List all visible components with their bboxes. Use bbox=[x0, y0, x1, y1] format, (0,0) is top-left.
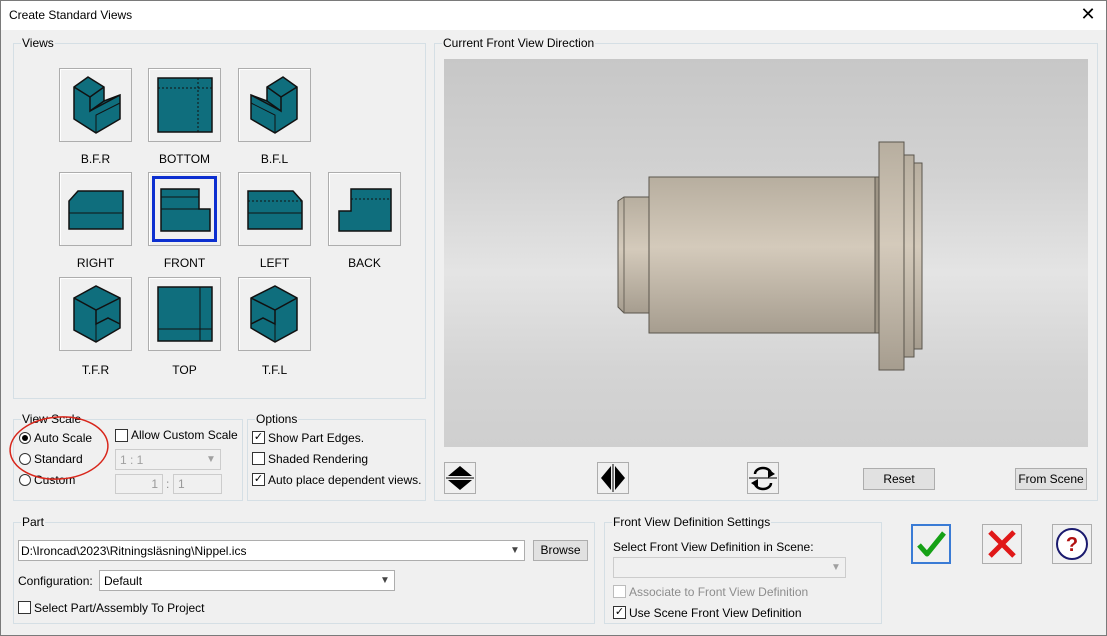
associate-label: Associate to Front View Definition bbox=[629, 585, 809, 599]
back-view-icon bbox=[338, 188, 392, 232]
auto-place-label: Auto place dependent views. bbox=[268, 473, 422, 487]
options-legend: Options bbox=[255, 412, 299, 426]
associate-checkbox[interactable] bbox=[613, 585, 626, 598]
tfl-view-icon bbox=[250, 285, 298, 343]
view-button-bfl[interactable] bbox=[238, 68, 311, 142]
view-label-right: RIGHT bbox=[76, 256, 115, 270]
bfl-view-icon bbox=[250, 76, 298, 134]
flip-horizontal-icon bbox=[601, 464, 625, 492]
view-button-tfr[interactable] bbox=[59, 277, 132, 351]
allow-custom-scale-label: Allow Custom Scale bbox=[131, 428, 238, 442]
title-bar: Create Standard Views ✕ bbox=[1, 1, 1106, 30]
rotate-icon bbox=[749, 466, 777, 491]
view-label-top: TOP bbox=[172, 363, 197, 377]
view-label-tfl: T.F.L bbox=[261, 363, 288, 377]
preview-viewport[interactable] bbox=[444, 59, 1088, 447]
allow-custom-scale-checkbox[interactable] bbox=[115, 429, 128, 442]
view-button-front[interactable] bbox=[148, 172, 221, 246]
view-button-bottom[interactable] bbox=[148, 68, 221, 142]
view-button-right[interactable] bbox=[59, 172, 132, 246]
part-legend: Part bbox=[21, 515, 46, 529]
svg-text:?: ? bbox=[1066, 534, 1078, 556]
view-button-left[interactable] bbox=[238, 172, 311, 246]
right-view-icon bbox=[68, 190, 124, 230]
flip-vertical-button[interactable] bbox=[444, 462, 476, 494]
show-part-edges-label: Show Part Edges. bbox=[268, 431, 365, 445]
view-label-back: BACK bbox=[348, 256, 381, 270]
left-view-icon bbox=[247, 190, 303, 230]
tfr-view-icon bbox=[73, 285, 121, 343]
front-def-select-label: Select Front View Definition in Scene: bbox=[613, 540, 814, 554]
front-def-legend: Front View Definition Settings bbox=[612, 515, 772, 529]
configuration-value: Default bbox=[104, 574, 143, 588]
select-part-label: Select Part/Assembly To Project bbox=[34, 601, 205, 615]
custom-scale-right-value: 1 bbox=[178, 477, 185, 491]
view-label-front: FRONT bbox=[163, 256, 206, 270]
chevron-down-icon: ▼ bbox=[206, 454, 216, 465]
part-path-select[interactable]: D:\Ironcad\2023\Ritningsläsning\Nippel.i… bbox=[18, 540, 525, 561]
reset-button[interactable]: Reset bbox=[863, 468, 935, 490]
preview-legend: Current Front View Direction bbox=[442, 36, 596, 50]
select-part-checkbox[interactable] bbox=[18, 601, 31, 614]
front-def-select[interactable]: ▼ bbox=[613, 557, 846, 578]
view-button-bfr[interactable] bbox=[59, 68, 132, 142]
chevron-down-icon: ▼ bbox=[510, 545, 520, 556]
view-button-back[interactable] bbox=[328, 172, 401, 246]
part-render bbox=[617, 141, 923, 371]
chevron-down-icon: ▼ bbox=[380, 575, 390, 586]
show-part-edges-checkbox[interactable]: ✓ bbox=[252, 431, 265, 444]
help-icon: ? bbox=[1056, 528, 1088, 560]
part-path-value: D:\Ironcad\2023\Ritningsläsning\Nippel.i… bbox=[21, 544, 247, 558]
view-label-bfl: B.F.L bbox=[260, 152, 289, 166]
auto-place-checkbox[interactable]: ✓ bbox=[252, 473, 265, 486]
help-button[interactable]: ? bbox=[1052, 524, 1092, 564]
chevron-down-icon: ▼ bbox=[831, 562, 841, 573]
dialog-window: Create Standard Views ✕ Views B.F.R BOTT… bbox=[0, 0, 1107, 636]
top-view-icon bbox=[157, 286, 213, 342]
checkmark-icon bbox=[917, 531, 946, 557]
views-legend: Views bbox=[21, 36, 55, 50]
view-button-top[interactable] bbox=[148, 277, 221, 351]
bottom-view-icon bbox=[157, 77, 213, 133]
custom-scale-right-input[interactable]: 1 bbox=[173, 474, 222, 494]
custom-scale-left-value: 1 bbox=[151, 477, 158, 491]
view-label-bfr: B.F.R bbox=[80, 152, 111, 166]
browse-button[interactable]: Browse bbox=[533, 540, 588, 561]
use-scene-label: Use Scene Front View Definition bbox=[629, 606, 802, 620]
standard-scale-select[interactable]: 1 : 1 ▼ bbox=[115, 449, 221, 470]
configuration-select[interactable]: Default ▼ bbox=[99, 570, 395, 591]
use-scene-checkbox[interactable]: ✓ bbox=[613, 606, 626, 619]
view-button-tfl[interactable] bbox=[238, 277, 311, 351]
custom-scale-separator: : bbox=[166, 477, 170, 491]
standard-scale-value: 1 : 1 bbox=[120, 453, 144, 467]
rotate-button[interactable] bbox=[747, 462, 779, 494]
custom-scale-left-input[interactable]: 1 bbox=[115, 474, 163, 494]
view-label-bottom: BOTTOM bbox=[158, 152, 211, 166]
shaded-rendering-checkbox[interactable] bbox=[252, 452, 265, 465]
cross-icon bbox=[988, 530, 1016, 558]
view-label-left: LEFT bbox=[259, 256, 290, 270]
flip-horizontal-button[interactable] bbox=[597, 462, 629, 494]
front-view-icon bbox=[160, 188, 211, 232]
annotation-ellipse bbox=[9, 416, 109, 480]
bfr-view-icon bbox=[73, 76, 121, 134]
cancel-button[interactable] bbox=[982, 524, 1022, 564]
view-label-tfr: T.F.R bbox=[81, 363, 110, 377]
shaded-rendering-label: Shaded Rendering bbox=[268, 452, 369, 466]
window-title: Create Standard Views bbox=[9, 8, 133, 22]
ok-button[interactable] bbox=[911, 524, 951, 564]
close-icon[interactable]: ✕ bbox=[1076, 3, 1100, 27]
from-scene-button[interactable]: From Scene bbox=[1015, 468, 1087, 490]
flip-vertical-icon bbox=[446, 466, 474, 490]
configuration-label: Configuration: bbox=[18, 574, 93, 588]
